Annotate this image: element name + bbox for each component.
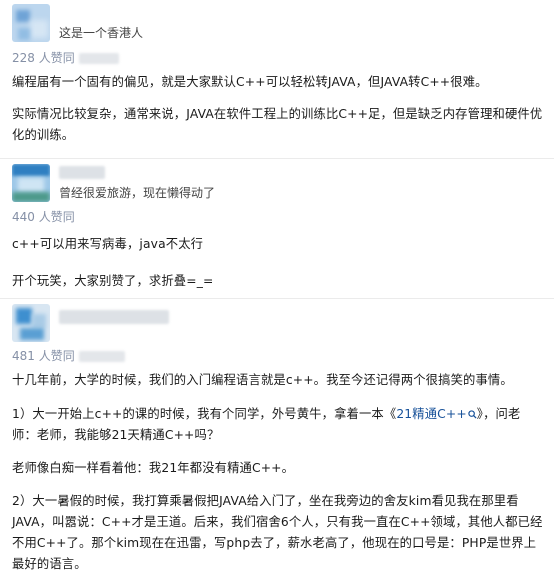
answer-paragraph: 2）大一暑假的时候，我打算乘暑假把JAVA给入门了，坐在我旁边的舍友kim看见我… [12, 494, 543, 571]
voter-names-blurred [78, 351, 125, 362]
voter-names-blurred [78, 53, 119, 64]
vote-count: 228 人赞同 [12, 48, 544, 68]
answer-divider [0, 298, 554, 299]
answer-divider [0, 158, 554, 159]
answer-1: 这是一个香港人 228 人赞同 编程届有一个固有的偏见，就是大家默认C++可以轻… [12, 4, 544, 146]
avatar[interactable] [12, 304, 50, 342]
answer-author [12, 304, 544, 348]
answer-paragraph: 老师像白痴一样看着他：我21年都没有精通C++。 [12, 461, 295, 475]
search-icon [468, 410, 477, 419]
answer-paragraph: 十几年前，大学的时候，我们的入门编程语言就是c++。我至今还记得两个很搞笑的事情… [12, 373, 513, 387]
answer-author: 这是一个香港人 [12, 4, 544, 48]
answer-paragraph: c++可以用来写病毒，java不太行 [12, 237, 204, 251]
answer-author: 曾经很爱旅游，现在懒得动了 [12, 164, 544, 208]
vote-count: 440 人赞同 [12, 207, 544, 227]
author-name-blurred[interactable] [59, 310, 169, 324]
answer-3: 481 人赞同 十几年前，大学的时候，我们的入门编程语言就是c++。我至今还记得… [12, 304, 544, 575]
book-link-text: 21精通C++ [396, 407, 467, 421]
paragraph-text: 1）大一开始上c++的课的时候，我有个同学，外号黄牛，拿着一本《 [12, 407, 397, 421]
vote-count-label: 481 人赞同 [12, 349, 75, 363]
answer-paragraph: 开个玩笑，大家别赞了，求折叠=_= [12, 274, 214, 288]
author-bio: 曾经很爱旅游，现在懒得动了 [59, 186, 216, 200]
author-name-blurred[interactable] [59, 166, 105, 179]
vote-count-label: 440 人赞同 [12, 210, 75, 224]
vote-count-label: 228 人赞同 [12, 51, 75, 65]
answer-2: 曾经很爱旅游，现在懒得动了 440 人赞同 c++可以用来写病毒，java不太行… [12, 164, 544, 292]
avatar[interactable] [12, 4, 50, 42]
book-search-link[interactable]: 21精通C++ [396, 407, 477, 421]
answer-paragraph: 实际情况比较复杂，通常来说，JAVA在软件工程上的训练比C++足，但是缺乏内存管… [12, 107, 543, 142]
answer-paragraph: 编程届有一个固有的偏见，就是大家默认C++可以轻松转JAVA，但JAVA转C++… [12, 75, 488, 89]
author-bio: 这是一个香港人 [59, 26, 144, 40]
avatar[interactable] [12, 164, 50, 202]
answer-paragraph: 1）大一开始上c++的课的时候，我有个同学，外号黄牛，拿着一本《21精通C++ 》… [12, 404, 544, 446]
vote-count: 481 人赞同 [12, 346, 544, 366]
